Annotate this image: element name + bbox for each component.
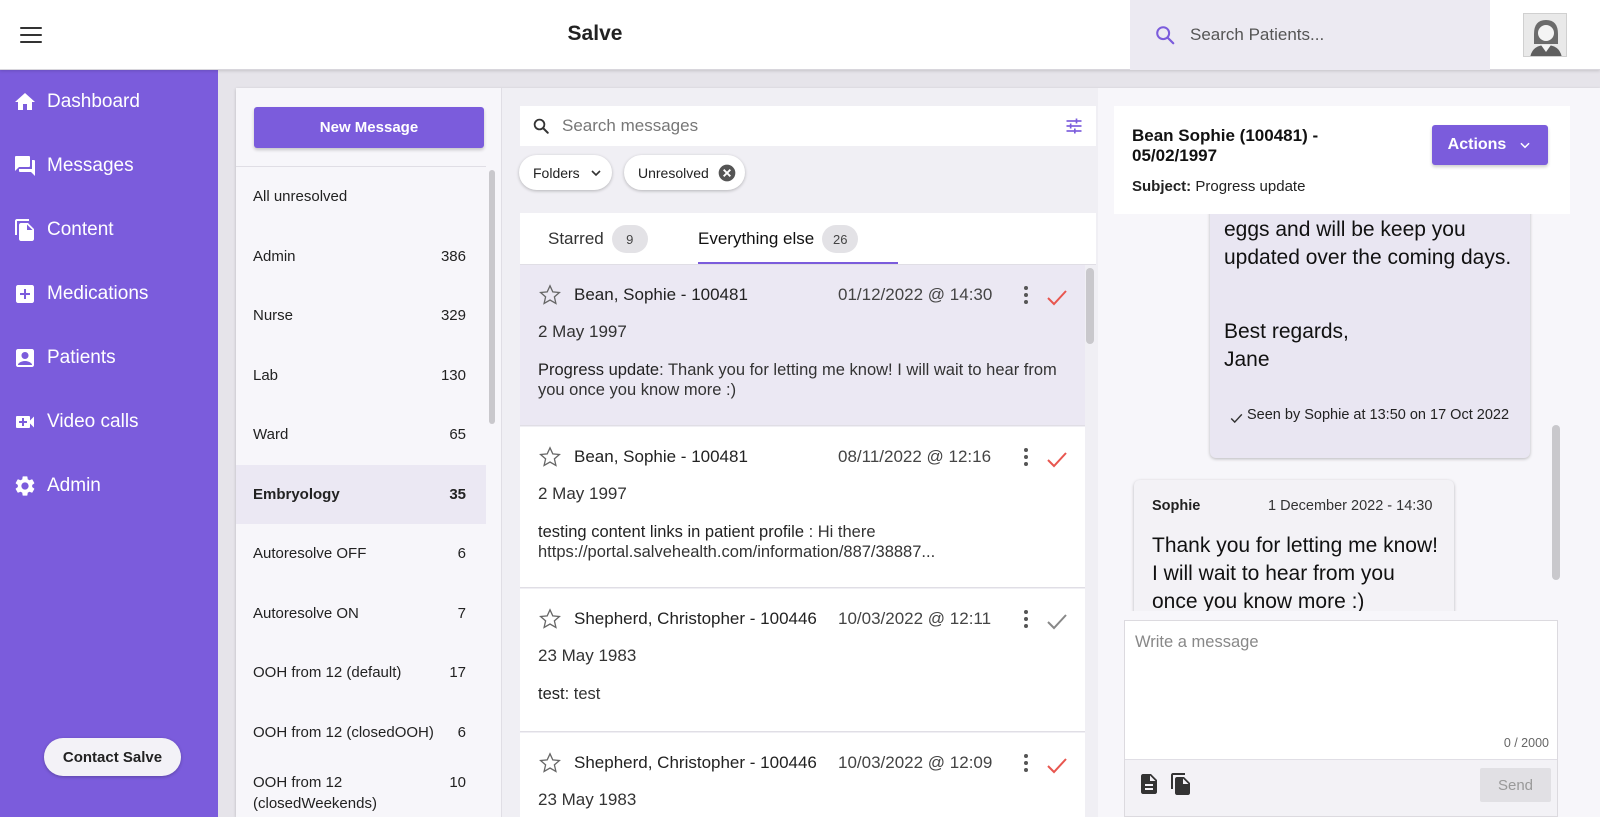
active-tab-indicator xyxy=(698,262,898,264)
message-item[interactable]: Bean, Sophie - 100481 01/12/2022 @ 14:30… xyxy=(520,265,1085,426)
patient-search-input[interactable] xyxy=(1190,25,1470,45)
message-input[interactable] xyxy=(1125,621,1557,757)
sidebar-item-dashboard[interactable]: Dashboard xyxy=(0,80,218,124)
star-outline-icon[interactable] xyxy=(538,445,562,469)
sidebar-item-medications[interactable]: Medications xyxy=(0,272,218,316)
message-composer: 0 / 2000 Send xyxy=(1124,620,1558,817)
character-count: 0 / 2000 xyxy=(1503,736,1549,750)
actions-button[interactable]: Actions xyxy=(1432,125,1548,165)
search-icon xyxy=(1156,26,1175,45)
conversation-thread: of your remaining 3 fertilised eggs and … xyxy=(1114,214,1560,611)
message-tabs: Starred 9 Everything else 26 xyxy=(520,213,1096,265)
attach-document-icon[interactable] xyxy=(1137,770,1161,798)
star-outline-icon[interactable] xyxy=(538,751,562,775)
folder-item-all-unresolved[interactable]: All unresolved xyxy=(236,167,486,227)
resolve-check-icon[interactable] xyxy=(1046,757,1068,775)
seen-receipt: Seen by Sophie at 13:50 on 17 Oct 2022 xyxy=(1230,407,1520,424)
composer-toolbar: Send xyxy=(1125,759,1557,816)
medical-cross-icon xyxy=(16,285,34,303)
user-avatar[interactable] xyxy=(1523,13,1567,57)
video-camera-icon xyxy=(16,416,34,428)
sidebar-item-patients[interactable]: Patients xyxy=(0,336,218,380)
folder-item-ooh-closedooh[interactable]: OOH from 12 (closedOOH) 6 xyxy=(236,703,486,763)
resolve-check-icon[interactable] xyxy=(1046,613,1068,631)
folder-item-autoresolve-on[interactable]: Autoresolve ON 7 xyxy=(236,584,486,644)
folder-item-ooh-default[interactable]: OOH from 12 (default) 17 xyxy=(236,643,486,703)
folder-list-scrollbar[interactable] xyxy=(489,170,495,424)
folder-item-ward[interactable]: Ward 65 xyxy=(236,405,486,465)
folder-item-lab[interactable]: Lab 130 xyxy=(236,346,486,406)
conversation-header: Bean Sophie (100481) - 05/02/1997 Subjec… xyxy=(1114,106,1570,214)
tab-count-badge: 9 xyxy=(611,225,648,253)
conversation-scrollbar[interactable] xyxy=(1552,425,1560,580)
more-vertical-icon[interactable] xyxy=(1022,285,1030,305)
message-list: Bean, Sophie - 100481 01/12/2022 @ 14:30… xyxy=(520,265,1085,817)
unresolved-chip[interactable]: Unresolved xyxy=(624,155,745,190)
tab-starred[interactable]: Starred 9 xyxy=(548,213,648,265)
message-preview: Progress update: Thank you for letting m… xyxy=(538,361,1057,399)
message-item[interactable]: Bean, Sophie - 100481 08/11/2022 @ 12:16… xyxy=(520,427,1085,588)
clear-filter-icon[interactable] xyxy=(717,163,737,183)
folder-list: All unresolved Admin 386 Nurse 329 Lab 130 … xyxy=(236,166,486,817)
more-vertical-icon[interactable] xyxy=(1022,753,1030,773)
folder-item-admin[interactable]: Admin 386 xyxy=(236,227,486,287)
resolve-check-icon[interactable] xyxy=(1046,451,1068,469)
contact-salve-button[interactable]: Contact Salve xyxy=(44,738,181,776)
tab-count-badge: 26 xyxy=(822,225,859,253)
app-title: Salve xyxy=(567,22,623,45)
star-outline-icon[interactable] xyxy=(538,283,562,307)
message-search-input[interactable] xyxy=(562,116,1042,136)
search-icon xyxy=(533,118,549,134)
message-item[interactable]: Shepherd, Christopher - 100446 10/03/202… xyxy=(520,733,1085,817)
sidebar-item-video-calls[interactable]: Video calls xyxy=(0,400,218,444)
outgoing-message: of your remaining 3 fertilised eggs and … xyxy=(1210,214,1530,458)
folder-item-autoresolve-off[interactable]: Autoresolve OFF 6 xyxy=(236,524,486,584)
home-icon xyxy=(15,93,35,110)
patient-title: Bean Sophie (100481) - 05/02/1997 xyxy=(1132,126,1319,165)
menu-icon[interactable] xyxy=(20,27,42,43)
chevron-down-icon xyxy=(591,169,601,176)
tab-everything-else[interactable]: Everything else 26 xyxy=(698,213,859,265)
more-vertical-icon[interactable] xyxy=(1022,609,1030,629)
top-bar: Salve xyxy=(0,0,1600,70)
filter-settings-icon[interactable] xyxy=(1064,116,1084,136)
more-vertical-icon[interactable] xyxy=(1022,447,1030,467)
patient-badge-icon xyxy=(16,349,34,367)
sidebar-item-admin[interactable]: Admin xyxy=(0,464,218,508)
new-message-button[interactable]: New Message xyxy=(254,107,484,148)
patient-search[interactable] xyxy=(1130,0,1490,70)
message-list-scrollbar[interactable] xyxy=(1086,268,1094,344)
sidebar: Dashboard Messages Content Medications P… xyxy=(0,70,218,817)
sidebar-item-content[interactable]: Content xyxy=(0,208,218,252)
folder-item-ooh-closedweekends[interactable]: OOH from 12 (closedWeekends) 10 xyxy=(236,762,486,817)
folder-item-embryology[interactable]: Embryology 35 xyxy=(236,464,486,524)
folders-chip[interactable]: Folders xyxy=(519,155,612,190)
message-preview: test: test xyxy=(538,685,601,703)
message-subject: Subject: Progress update xyxy=(1132,178,1306,195)
send-button[interactable]: Send xyxy=(1480,768,1551,802)
documents-icon xyxy=(15,219,34,241)
message-item[interactable]: Shepherd, Christopher - 100446 10/03/202… xyxy=(520,589,1085,732)
check-icon xyxy=(1230,413,1243,424)
folders-panel: New Message All unresolved Admin 386 Nurs… xyxy=(236,88,502,817)
message-search[interactable] xyxy=(520,106,1096,146)
gear-icon xyxy=(15,476,35,496)
star-outline-icon[interactable] xyxy=(538,607,562,631)
chat-icon xyxy=(15,156,35,176)
incoming-message: Sophie 1 December 2022 - 14:30 Thank you… xyxy=(1134,480,1454,611)
resolve-check-icon[interactable] xyxy=(1046,289,1068,307)
chevron-down-icon xyxy=(1520,142,1530,149)
attach-content-icon[interactable] xyxy=(1169,770,1193,798)
sidebar-item-messages[interactable]: Messages xyxy=(0,144,218,188)
folder-item-nurse[interactable]: Nurse 329 xyxy=(236,286,486,346)
message-preview: testing content links in patient profile… xyxy=(538,523,936,561)
